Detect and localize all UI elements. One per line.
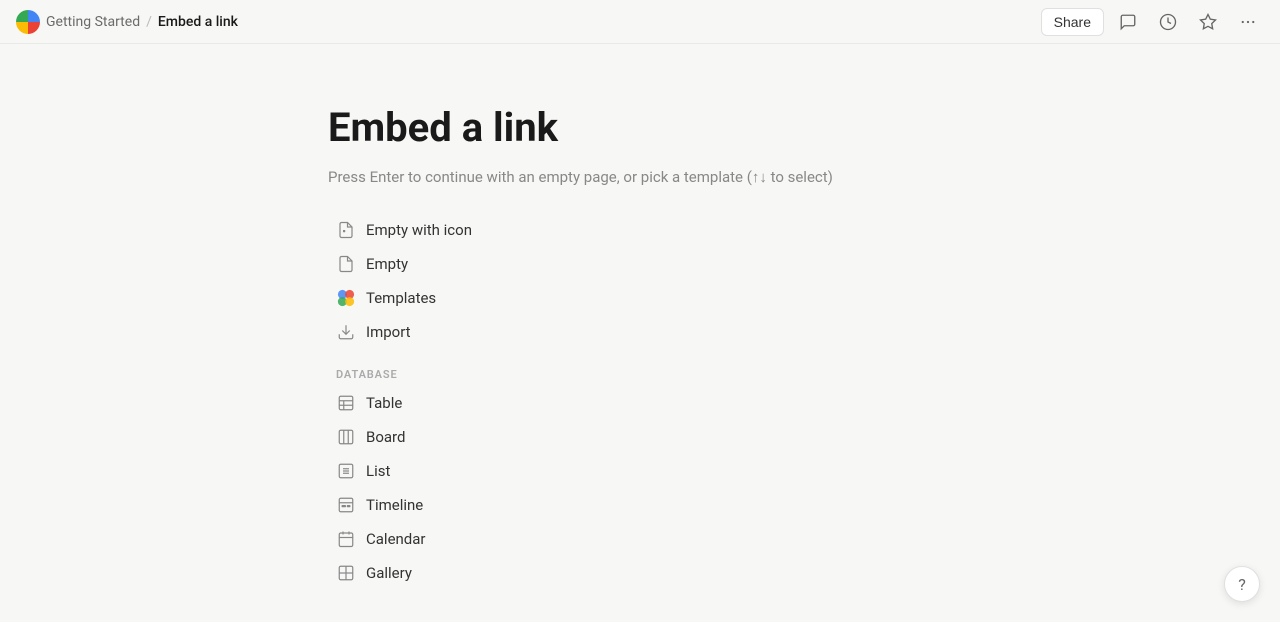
menu-item-list[interactable]: List [328,455,588,487]
menu-item-empty-with-icon[interactable]: Empty with icon [328,214,588,246]
breadcrumb-separator: / [146,14,152,30]
import-icon [336,322,356,342]
page-subtitle: Press Enter to continue with an empty pa… [328,168,1280,186]
database-type-list: Table Board Lis [328,387,1280,589]
share-button[interactable]: Share [1041,8,1104,36]
menu-item-table[interactable]: Table [328,387,588,419]
breadcrumb: Getting Started / Embed a link [46,14,238,30]
board-icon [336,427,356,447]
calendar-icon [336,529,356,549]
menu-item-gallery[interactable]: Gallery [328,557,588,589]
comment-button[interactable] [1112,6,1144,38]
menu-item-empty[interactable]: Empty [328,248,588,280]
database-section-label: DATABASE [328,368,1280,381]
topbar-right: Share [1041,6,1264,38]
menu-item-label: Table [366,394,402,412]
page-title: Embed a link [328,104,1280,152]
topbar-left: Getting Started / Embed a link [16,10,238,34]
topbar: Getting Started / Embed a link Share [0,0,1280,44]
doc-plain-icon [336,254,356,274]
menu-item-timeline[interactable]: Timeline [328,489,588,521]
gallery-icon [336,563,356,583]
menu-item-label: Empty [366,255,408,273]
menu-item-label: Templates [366,289,436,307]
list-icon [336,461,356,481]
menu-item-import[interactable]: Import [328,316,588,348]
more-button[interactable] [1232,6,1264,38]
menu-item-templates[interactable]: Templates [328,282,588,314]
doc-icon [336,220,356,240]
menu-item-label: Empty with icon [366,221,472,239]
menu-item-board[interactable]: Board [328,421,588,453]
menu-item-label: List [366,462,390,480]
app-logo [16,10,40,34]
breadcrumb-parent[interactable]: Getting Started [46,14,140,30]
breadcrumb-current: Embed a link [158,14,238,30]
history-button[interactable] [1152,6,1184,38]
menu-item-label: Board [366,428,405,446]
favorite-button[interactable] [1192,6,1224,38]
menu-item-calendar[interactable]: Calendar [328,523,588,555]
main-content: Embed a link Press Enter to continue wit… [0,44,1280,622]
templates-icon [336,288,356,308]
page-type-list: Empty with icon Empty [328,214,1280,348]
table-icon [336,393,356,413]
menu-item-label: Calendar [366,530,426,548]
menu-item-label: Import [366,323,411,341]
help-button[interactable]: ? [1224,566,1260,602]
timeline-icon [336,495,356,515]
menu-item-label: Gallery [366,564,412,582]
menu-item-label: Timeline [366,496,423,514]
